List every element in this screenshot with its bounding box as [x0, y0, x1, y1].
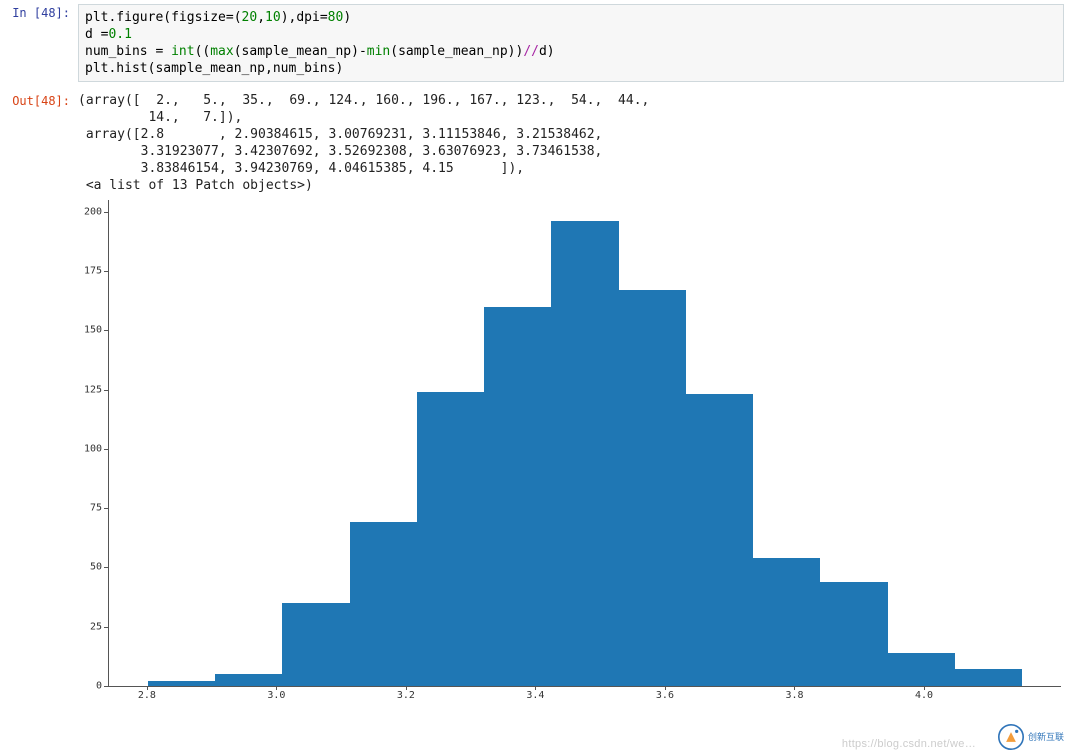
y-tick — [104, 449, 108, 450]
x-tick-label: 3.2 — [397, 690, 415, 701]
x-tick — [924, 686, 925, 690]
x-tick-label: 3.6 — [656, 690, 674, 701]
input-prompt: In [48]: — [0, 0, 78, 20]
x-tick — [406, 686, 407, 690]
histogram-bar — [820, 582, 887, 686]
histogram-bar — [484, 307, 551, 686]
x-tick — [665, 686, 666, 690]
histogram-bar — [686, 394, 753, 686]
histogram-bar — [215, 674, 282, 686]
y-tick — [104, 627, 108, 628]
y-tick-label: 50 — [90, 562, 102, 573]
y-tick — [104, 330, 108, 331]
x-tick — [794, 686, 795, 690]
input-cell: In [48]: plt.figure(figsize=(20,10),dpi=… — [0, 0, 1066, 88]
y-tick-label: 175 — [84, 266, 102, 277]
histogram-bar — [551, 221, 618, 686]
axes-frame — [108, 200, 1061, 687]
histogram-bar — [148, 681, 215, 686]
y-tick — [104, 390, 108, 391]
x-tick — [147, 686, 148, 690]
x-tick — [276, 686, 277, 690]
x-tick-label: 4.0 — [915, 690, 933, 701]
y-tick — [104, 212, 108, 213]
histogram-bar — [417, 392, 484, 686]
output-text: (array([ 2., 5., 35., 69., 124., 160., 1… — [78, 88, 1066, 196]
y-tick-label: 200 — [84, 206, 102, 217]
y-tick-label: 125 — [84, 384, 102, 395]
x-tick-label: 2.8 — [138, 690, 156, 701]
output-prompt: Out[48]: — [0, 88, 78, 108]
histogram-plot: 0 25 50 75 100 125 150 175 200 2.8 3.0 3.2 3.4 3.6 3.8… — [76, 196, 1062, 706]
histogram-bar — [350, 522, 417, 686]
code-editor[interactable]: plt.figure(figsize=(20,10),dpi=80) d =0.… — [78, 4, 1064, 82]
x-tick-label: 3.4 — [526, 690, 544, 701]
y-tick — [104, 508, 108, 509]
y-tick — [104, 271, 108, 272]
histogram-bar — [955, 669, 1022, 686]
watermark-logo: 创新互联 — [998, 724, 1064, 750]
y-tick-label: 25 — [90, 621, 102, 632]
y-tick-label: 100 — [84, 443, 102, 454]
y-tick-label: 150 — [84, 325, 102, 336]
histogram-bar — [619, 290, 686, 686]
histogram-bar — [282, 603, 349, 686]
logo-icon — [998, 724, 1024, 750]
y-tick — [104, 686, 108, 687]
y-tick-label: 75 — [90, 503, 102, 514]
x-tick-label: 3.8 — [785, 690, 803, 701]
x-tick-label: 3.0 — [267, 690, 285, 701]
x-tick — [535, 686, 536, 690]
histogram-bar — [888, 653, 955, 686]
y-tick — [104, 567, 108, 568]
watermark-brand: 创新互联 — [1028, 732, 1064, 742]
output-cell: Out[48]: (array([ 2., 5., 35., 69., 124.… — [0, 88, 1066, 196]
histogram-bar — [753, 558, 820, 686]
watermark-url: https://blog.csdn.net/we… — [842, 738, 976, 750]
y-tick-label: 0 — [96, 681, 102, 692]
